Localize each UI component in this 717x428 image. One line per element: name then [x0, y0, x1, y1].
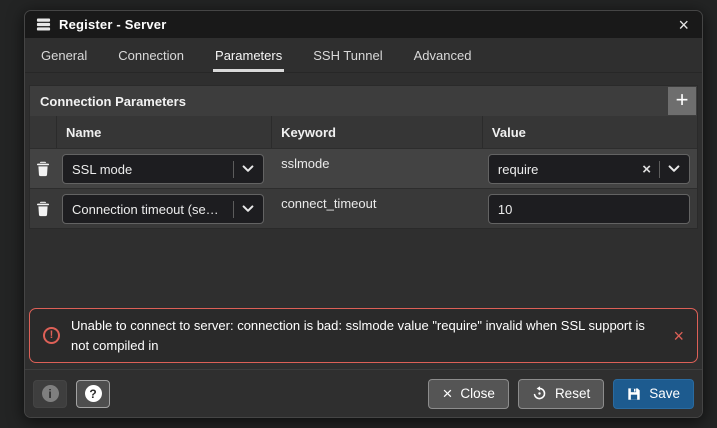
panel-title: Connection Parameters: [40, 94, 186, 109]
trash-icon: [36, 161, 50, 177]
tab-content-parameters: Connection Parameters + Name Keyword Val…: [25, 73, 702, 369]
close-x-icon: ×: [442, 385, 452, 402]
selected-name: Connection timeout (se…: [72, 202, 219, 217]
save-floppy-icon: [627, 387, 641, 401]
chevron-down-icon[interactable]: [668, 165, 680, 173]
select-divider: [233, 201, 234, 218]
grid-header-name: Name: [56, 116, 271, 148]
dialog-close-icon[interactable]: ×: [676, 16, 691, 34]
grid-header-actions: [30, 116, 56, 148]
register-server-dialog: Register - Server × General Connection P…: [24, 10, 703, 418]
close-button[interactable]: × Close: [428, 379, 508, 409]
select-divider: [233, 161, 234, 178]
chevron-down-icon[interactable]: [242, 165, 254, 173]
server-icon: [36, 17, 51, 32]
value-input[interactable]: [488, 194, 690, 224]
value-combo[interactable]: require ×: [488, 154, 690, 184]
reset-button-label: Reset: [555, 386, 590, 401]
tab-ssh-tunnel[interactable]: SSH Tunnel: [311, 38, 384, 72]
select-divider: [659, 161, 660, 178]
sql-info-button[interactable]: i: [33, 380, 67, 408]
name-select[interactable]: Connection timeout (se…: [62, 194, 264, 224]
reset-button[interactable]: Reset: [518, 379, 604, 409]
add-parameter-button[interactable]: +: [668, 87, 696, 115]
tab-parameters[interactable]: Parameters: [213, 38, 284, 72]
dialog-footer: i ? × Close Reset: [25, 369, 702, 417]
dialog-tabbar: General Connection Parameters SSH Tunnel…: [25, 38, 702, 73]
keyword-cell: sslmode: [271, 149, 482, 189]
save-button[interactable]: Save: [613, 379, 694, 409]
dialog-title: Register - Server: [59, 17, 166, 32]
keyword-cell: connect_timeout: [271, 189, 482, 229]
grid-header-keyword: Keyword: [271, 116, 482, 148]
grid-header-row: Name Keyword Value: [30, 116, 697, 148]
delete-row-button[interactable]: [30, 189, 56, 229]
selected-value: require: [498, 162, 538, 177]
error-message: Unable to connect to server: connection …: [71, 316, 658, 355]
delete-row-button[interactable]: [30, 149, 56, 189]
dialog-titlebar[interactable]: Register - Server ×: [25, 11, 702, 38]
selected-name: SSL mode: [72, 162, 132, 177]
table-row: Connection timeout (se… connect_timeout: [30, 188, 697, 228]
chevron-down-icon[interactable]: [242, 205, 254, 213]
save-button-label: Save: [649, 386, 680, 401]
connection-parameters-panel: Connection Parameters + Name Keyword Val…: [29, 85, 698, 229]
info-icon: i: [42, 385, 59, 402]
table-row: SSL mode sslmode require: [30, 148, 697, 188]
error-icon: !: [43, 327, 60, 344]
error-close-icon[interactable]: ×: [673, 327, 684, 345]
reset-icon: [532, 386, 547, 401]
help-icon: ?: [85, 385, 102, 402]
tab-connection[interactable]: Connection: [116, 38, 186, 72]
desktop-backdrop: Register - Server × General Connection P…: [0, 0, 717, 428]
tab-general[interactable]: General: [39, 38, 89, 72]
name-cell: Connection timeout (se…: [56, 189, 271, 229]
value-cell: require ×: [482, 149, 697, 189]
panel-header: Connection Parameters +: [30, 86, 697, 116]
clear-value-icon[interactable]: ×: [642, 162, 651, 177]
close-button-label: Close: [460, 386, 495, 401]
name-select[interactable]: SSL mode: [62, 154, 264, 184]
grid-header-value: Value: [482, 116, 697, 148]
help-button[interactable]: ?: [76, 380, 110, 408]
error-banner: ! Unable to connect to server: connectio…: [29, 308, 698, 363]
value-cell: [482, 189, 697, 229]
tab-advanced[interactable]: Advanced: [412, 38, 474, 72]
name-cell: SSL mode: [56, 149, 271, 189]
trash-icon: [36, 201, 50, 217]
